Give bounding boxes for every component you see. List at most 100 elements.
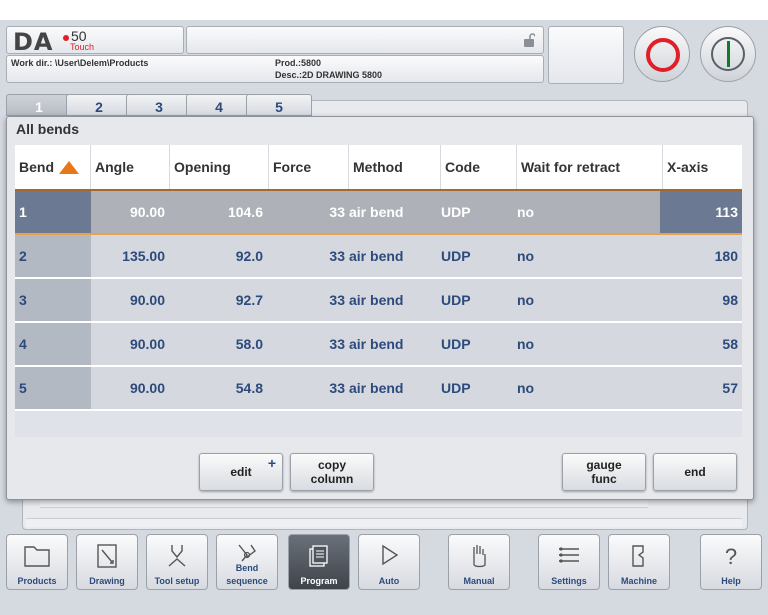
cell-wait-for-retract[interactable]: no	[517, 235, 657, 277]
all-bends-dialog: All bends Bend Angle Opening Force Metho…	[6, 116, 754, 500]
cell-code[interactable]: UDP	[441, 279, 511, 321]
edit-button[interactable]: edit +	[199, 453, 283, 491]
nav-label-top: Bend	[235, 563, 259, 573]
program-icon	[309, 545, 328, 567]
cell-method[interactable]: air bend	[349, 323, 439, 365]
nav-drawing[interactable]: Drawing	[76, 534, 138, 590]
cell-bend[interactable]: 1	[15, 191, 91, 233]
status-box	[548, 26, 624, 84]
column-header-force[interactable]: Force	[269, 145, 349, 189]
cell-bend[interactable]: 2	[15, 235, 91, 277]
cell-force[interactable]: 33	[269, 235, 345, 277]
cell-force[interactable]: 33	[269, 323, 345, 365]
dialog-title: All bends	[16, 121, 80, 137]
nav-label: Settings	[551, 576, 587, 586]
table-row[interactable]: 5 90.00 54.8 33 air bend UDP no 57	[15, 367, 742, 411]
bottom-navigation: Products Drawing Tool setup Bend sequenc…	[0, 532, 768, 615]
product-id: Prod.:5800	[275, 58, 322, 68]
column-header-angle[interactable]: Angle	[91, 145, 170, 189]
column-header-bend[interactable]: Bend	[15, 145, 91, 189]
cell-bend[interactable]: 4	[15, 323, 91, 365]
cell-opening[interactable]: 54.8	[170, 367, 263, 409]
gauge-func-button[interactable]: gauge func	[562, 453, 646, 491]
product-info: Work dir.: \User\Delem\Products Prod.:58…	[6, 55, 544, 83]
cell-force[interactable]: 33	[269, 279, 345, 321]
cell-wait-for-retract[interactable]: no	[517, 367, 657, 409]
nav-products[interactable]: Products	[6, 534, 68, 590]
cell-force[interactable]: 33	[269, 191, 345, 233]
column-header-opening[interactable]: Opening	[170, 145, 269, 189]
nav-label: sequence	[226, 576, 268, 586]
nav-machine[interactable]: Machine	[608, 534, 670, 590]
stop-button[interactable]	[634, 26, 690, 82]
product-description: Desc.:2D DRAWING 5800	[275, 70, 383, 80]
nav-label: Manual	[463, 576, 495, 586]
cell-opening[interactable]: 104.6	[170, 191, 263, 233]
tab-step-5[interactable]: 5	[246, 94, 312, 116]
cell-code[interactable]: UDP	[441, 367, 511, 409]
bends-table: Bend Angle Opening Force Method Code Wai…	[15, 145, 742, 437]
end-button[interactable]: end	[653, 453, 737, 491]
column-header-method[interactable]: Method	[349, 145, 441, 189]
cell-wait-for-retract[interactable]: no	[517, 191, 657, 233]
message-bar	[186, 26, 544, 54]
cell-x-axis[interactable]: 57	[663, 367, 738, 409]
cell-code[interactable]: UDP	[441, 323, 511, 365]
cell-method[interactable]: air bend	[349, 367, 439, 409]
table-row[interactable]: 3 90.00 92.7 33 air bend UDP no 98	[15, 279, 742, 323]
cell-angle[interactable]: 90.00	[91, 191, 165, 233]
logo-sub: Touch	[70, 42, 95, 52]
nav-help[interactable]: ? Help	[700, 534, 762, 590]
cell-wait-for-retract[interactable]: no	[517, 279, 657, 321]
nav-settings[interactable]: Settings	[538, 534, 600, 590]
nav-program[interactable]: Program	[288, 534, 350, 590]
screen: DA 50 Touch Work dir.: \User\Delem\Produ…	[0, 20, 768, 615]
folder-icon	[24, 546, 50, 567]
cell-force[interactable]: 33	[269, 367, 345, 409]
copy-column-button[interactable]: copy column	[290, 453, 374, 491]
cell-method[interactable]: air bend	[349, 279, 439, 321]
hand-icon	[473, 545, 486, 568]
plus-icon: +	[267, 455, 276, 471]
column-header-code[interactable]: Code	[441, 145, 517, 189]
nav-bend-sequence[interactable]: Bend sequence	[216, 534, 278, 590]
column-header-x-axis[interactable]: X-axis	[663, 145, 742, 189]
cell-wait-for-retract[interactable]: no	[517, 323, 657, 365]
nav-label: Drawing	[89, 576, 125, 586]
cell-bend[interactable]: 3	[15, 279, 91, 321]
cell-angle[interactable]: 135.00	[91, 235, 165, 277]
drawing-icon	[97, 544, 117, 568]
cell-x-axis[interactable]: 98	[663, 279, 738, 321]
cell-angle[interactable]: 90.00	[91, 279, 165, 321]
cell-bend[interactable]: 5	[15, 367, 91, 409]
cell-x-axis[interactable]: 180	[663, 235, 738, 277]
column-header-wait-for-retract[interactable]: Wait for retract	[517, 145, 663, 189]
table-row[interactable]: 2 135.00 92.0 33 air bend UDP no 180	[15, 235, 742, 279]
nav-auto[interactable]: Auto	[358, 534, 420, 590]
tab-step-3[interactable]: 3	[126, 94, 192, 116]
cell-angle[interactable]: 90.00	[91, 367, 165, 409]
settings-list-icon	[559, 547, 579, 563]
cell-method[interactable]: air bend	[349, 235, 439, 277]
table-row[interactable]: 1 90.00 104.6 33 air bend UDP no 113	[15, 191, 742, 235]
tab-step-2[interactable]: 2	[66, 94, 132, 116]
tab-step-4[interactable]: 4	[186, 94, 252, 116]
cell-code[interactable]: UDP	[441, 191, 511, 233]
nav-label: Help	[721, 576, 741, 586]
cell-opening[interactable]: 58.0	[170, 323, 263, 365]
tab-step-1[interactable]: 1	[6, 94, 72, 116]
cell-angle[interactable]: 90.00	[91, 323, 165, 365]
cell-x-axis[interactable]: 113	[663, 191, 738, 233]
nav-manual[interactable]: Manual	[448, 534, 510, 590]
table-row[interactable]: 4 90.00 58.0 33 air bend UDP no 58	[15, 323, 742, 367]
cell-code[interactable]: UDP	[441, 235, 511, 277]
start-button[interactable]	[700, 26, 756, 82]
logo: DA 50 Touch	[6, 26, 184, 56]
play-icon	[382, 544, 399, 566]
cell-opening[interactable]: 92.7	[170, 279, 263, 321]
cell-x-axis[interactable]: 58	[663, 323, 738, 365]
cell-opening[interactable]: 92.0	[170, 235, 263, 277]
nav-tool-setup[interactable]: Tool setup	[146, 534, 208, 590]
cell-method[interactable]: air bend	[349, 191, 439, 233]
unlock-icon[interactable]	[523, 33, 535, 47]
